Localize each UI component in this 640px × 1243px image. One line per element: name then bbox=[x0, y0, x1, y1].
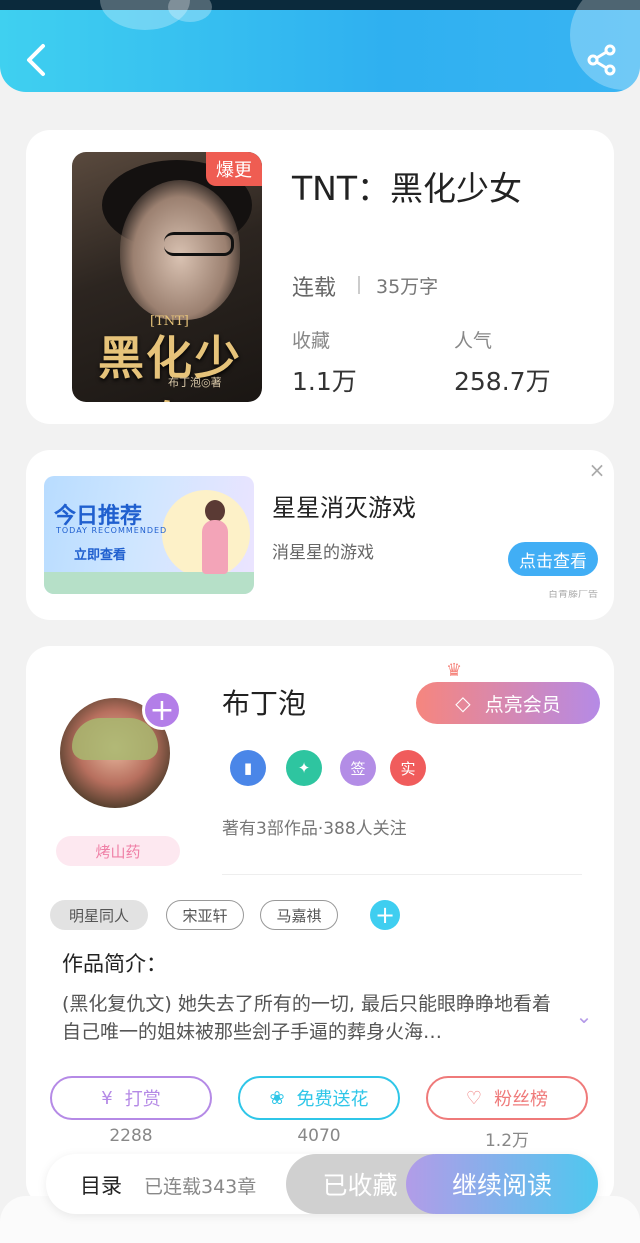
ad-card[interactable]: 今日推荐 TODAY RECOMMENDED 立即查看 星星消灭游戏 消星星的游… bbox=[26, 450, 614, 620]
ad-image-subtitle: TODAY RECOMMENDED bbox=[56, 526, 168, 535]
ad-subtitle: 消星星的游戏 bbox=[272, 543, 374, 563]
close-icon[interactable]: × bbox=[586, 458, 608, 482]
intro-heading: 作品简介： bbox=[62, 952, 167, 976]
share-button[interactable] bbox=[582, 40, 622, 80]
book-status: 连载 bbox=[292, 276, 337, 301]
bottom-action-bar: 目录 已连载343章 已收藏 继续阅读 bbox=[46, 1154, 598, 1214]
tag-chip[interactable]: 明星同人 bbox=[50, 900, 148, 930]
author-card: + 烤山药 布丁泡 ♛ ◇ 点亮会员 ▮ ✦ 签 实 著有3部作品·388人关注… bbox=[26, 646, 614, 1206]
divider bbox=[222, 874, 582, 875]
ad-image[interactable]: 今日推荐 TODAY RECOMMENDED 立即查看 bbox=[44, 476, 254, 594]
book-title: TNT：黑化少女 bbox=[292, 169, 523, 208]
tag-chip[interactable]: 马嘉祺 bbox=[260, 900, 338, 930]
chapter-count: 已连载343章 bbox=[144, 1176, 257, 1198]
follow-plus-button[interactable]: + bbox=[142, 690, 182, 730]
ad-source-label: 百青藤广告 bbox=[548, 590, 598, 600]
ad-image-cta: 立即查看 bbox=[74, 548, 127, 563]
fan-count: 1.2万 bbox=[484, 1131, 530, 1151]
flower-icon: ❀ bbox=[269, 1087, 285, 1109]
coin-icon: ¥ bbox=[101, 1087, 113, 1109]
ad-view-button[interactable]: 点击查看 bbox=[508, 542, 598, 576]
tag-chip[interactable]: 宋亚轩 bbox=[166, 900, 244, 930]
popularity-value: 258.7万 bbox=[454, 367, 551, 396]
author-name: 布丁泡 bbox=[222, 687, 307, 720]
handshake-badge-icon[interactable]: ✦ bbox=[286, 750, 322, 786]
avatar-scarf-shape bbox=[72, 718, 158, 760]
favorites-label: 收藏 bbox=[292, 330, 331, 352]
back-button[interactable] bbox=[16, 40, 56, 80]
favorites-value: 1.1万 bbox=[292, 367, 357, 396]
status-divider bbox=[358, 276, 360, 294]
reward-count: 2288 bbox=[109, 1126, 153, 1146]
fan-ranking-label: 粉丝榜 bbox=[494, 1089, 549, 1110]
hot-update-badge: 爆更 bbox=[206, 152, 262, 186]
author-fan-tag: 烤山药 bbox=[56, 836, 180, 866]
ad-title: 星星消灭游戏 bbox=[272, 494, 416, 522]
chevron-down-icon[interactable]: ⌄ bbox=[570, 1004, 598, 1032]
fan-ranking-button[interactable]: ♡ 粉丝榜 bbox=[426, 1076, 588, 1120]
verified-badge[interactable]: 实 bbox=[390, 750, 426, 786]
book-word-count: 35万字 bbox=[376, 276, 439, 298]
chevron-left-icon bbox=[27, 44, 45, 76]
crown-icon: ♛ bbox=[446, 660, 463, 681]
popularity-label: 人气 bbox=[454, 330, 493, 352]
medal-badge-icon[interactable]: ▮ bbox=[230, 750, 266, 786]
cover-author: 布丁泡◎著 bbox=[168, 376, 222, 389]
reward-button[interactable]: ¥ 打赏 bbox=[50, 1076, 212, 1120]
add-tag-button[interactable]: + bbox=[370, 900, 400, 930]
vip-button[interactable]: ♛ ◇ 点亮会员 bbox=[416, 660, 600, 724]
flower-count: 4070 bbox=[297, 1126, 341, 1146]
user-heart-icon: ♡ bbox=[465, 1087, 483, 1109]
ad-girl-shape bbox=[202, 520, 228, 574]
cover-glasses-shape bbox=[164, 232, 234, 256]
cover-title: 黑化少女 bbox=[98, 331, 242, 402]
header-bar bbox=[0, 0, 640, 92]
share-icon bbox=[587, 44, 616, 76]
reward-label: 打赏 bbox=[124, 1089, 161, 1110]
ad-girl-head-shape bbox=[205, 500, 225, 522]
intro-text: (黑化复仇文) 她失去了所有的一切, 最后只能眼睁睁地看着自己唯一的姐妹被那些刽… bbox=[62, 993, 551, 1043]
status-bar bbox=[0, 0, 640, 10]
send-flower-label: 免费送花 bbox=[296, 1089, 369, 1110]
vip-button-label: 点亮会员 bbox=[484, 693, 561, 716]
book-info-card: [TNT] 黑化少女 布丁泡◎著 爆更 TNT：黑化少女 连载 35万字 收藏 … bbox=[26, 130, 614, 424]
signed-badge[interactable]: 签 bbox=[340, 750, 376, 786]
continue-reading-button[interactable]: 继续阅读 bbox=[406, 1154, 598, 1214]
book-cover[interactable]: [TNT] 黑化少女 布丁泡◎著 爆更 bbox=[72, 152, 262, 402]
ad-ground-shape bbox=[44, 572, 254, 594]
author-works-summary: 著有3部作品·388人关注 bbox=[222, 819, 407, 839]
diamond-icon: ◇ bbox=[455, 691, 471, 715]
send-flower-button[interactable]: ❀ 免费送花 bbox=[238, 1076, 400, 1120]
catalog-button[interactable]: 目录 bbox=[80, 1170, 122, 1200]
